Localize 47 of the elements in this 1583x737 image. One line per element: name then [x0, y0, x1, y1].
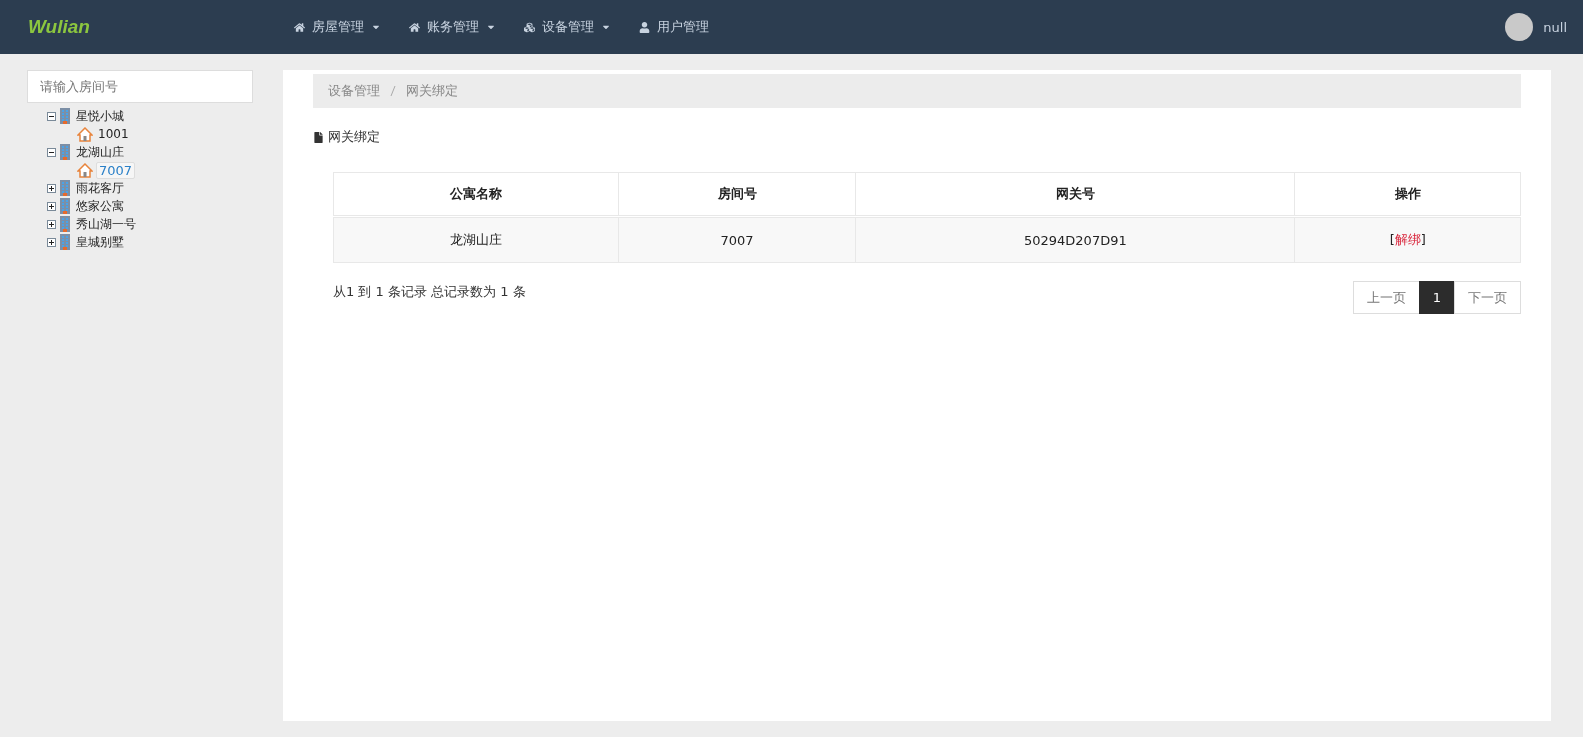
- section-title: 网关绑定: [328, 128, 380, 146]
- room-search-field[interactable]: 请输入房间号: [27, 70, 253, 103]
- building-icon: [59, 198, 71, 214]
- expand-toggle[interactable]: [47, 219, 56, 229]
- unbind-link[interactable]: 解绑: [1394, 232, 1421, 247]
- collapse-toggle[interactable]: [47, 147, 56, 157]
- expand-toggle[interactable]: [47, 183, 56, 193]
- tree-item[interactable]: 星悦小城: [74, 107, 126, 125]
- bracket: [: [1389, 232, 1395, 247]
- tree-item[interactable]: 雨花客厅: [74, 179, 126, 197]
- tree-item[interactable]: 7007: [96, 161, 136, 179]
- building-icon: [59, 108, 71, 124]
- nav-menu-item[interactable]: 设备管理: [510, 18, 625, 36]
- file-icon: [313, 131, 324, 143]
- collapse-toggle[interactable]: [47, 111, 56, 121]
- tree-item[interactable]: 1001: [96, 127, 131, 141]
- tree-item[interactable]: 秀山湖一号: [74, 215, 138, 233]
- breadcrumb-separator: [390, 85, 396, 97]
- user-name[interactable]: null: [1543, 19, 1567, 35]
- house-icon: [77, 162, 93, 178]
- page-button[interactable]: 下一页: [1454, 281, 1521, 314]
- table-cell: 7007: [618, 216, 856, 263]
- cubes-icon: [524, 21, 535, 33]
- nav-menu-item[interactable]: 账务管理: [395, 18, 510, 36]
- home-icon: [409, 21, 420, 33]
- logo[interactable]: Wulian: [28, 16, 280, 38]
- user-icon: [639, 21, 650, 33]
- bracket: ]: [1420, 232, 1426, 247]
- home-icon: [294, 21, 305, 33]
- tree-item[interactable]: 龙湖山庄: [74, 143, 126, 161]
- expand-toggle[interactable]: [47, 201, 56, 211]
- page-button[interactable]: 上一页: [1352, 281, 1420, 314]
- building-icon: [59, 216, 71, 232]
- building-icon: [59, 144, 71, 160]
- record-summary: 从1 到 1 条记录 总记录数为 1 条: [333, 283, 526, 301]
- expand-toggle[interactable]: [47, 237, 56, 247]
- nav-menu-item[interactable]: 用户管理: [625, 18, 723, 36]
- house-icon: [77, 126, 93, 142]
- building-icon: [59, 234, 71, 250]
- table-cell: 50294D207D91: [855, 216, 1295, 263]
- breadcrumb-item: 网关绑定: [406, 82, 458, 100]
- table-cell: 龙湖山庄: [333, 216, 619, 263]
- nav-menu-item[interactable]: 房屋管理: [280, 18, 395, 36]
- avatar[interactable]: [1505, 13, 1534, 41]
- building-icon: [59, 180, 71, 196]
- tree-item[interactable]: 悠家公寓: [74, 197, 126, 215]
- tree-item[interactable]: 皇城别墅: [74, 233, 126, 251]
